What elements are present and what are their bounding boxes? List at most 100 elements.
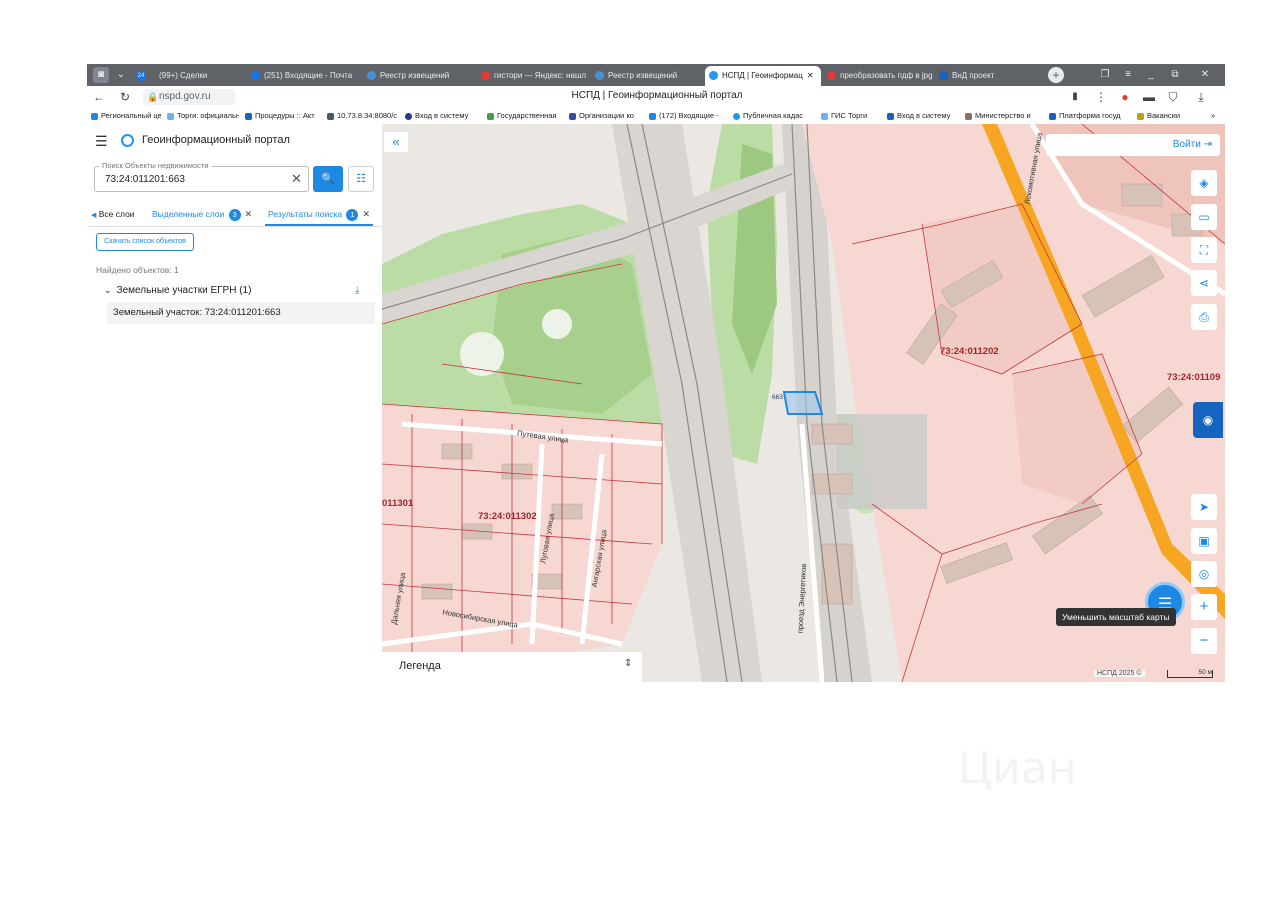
tab-registry-2[interactable]: Реестр извещений [591, 67, 705, 84]
zoom-in-button[interactable]: + [1191, 594, 1217, 620]
reload-icon[interactable]: ↻ [117, 89, 133, 105]
bookmark-item[interactable]: Министерство и [965, 110, 1047, 122]
quarter-label: 011301 [382, 498, 414, 509]
login-button[interactable]: Войти ⇥ [1046, 134, 1220, 156]
share-icon: ⋖ [1198, 276, 1210, 290]
tab-nspd[interactable]: НСПД | Геоинформац ✕ [705, 66, 821, 86]
clear-icon[interactable]: ✕ [291, 171, 302, 187]
cloud-icon [91, 112, 98, 120]
bookmark-item[interactable]: Платформа госуд [1049, 110, 1131, 122]
extension-icon[interactable]: ● [1117, 89, 1133, 105]
bookmark-item[interactable]: Вакансии [1137, 110, 1207, 122]
bookmark-icon [965, 112, 972, 120]
legend-bar[interactable]: Легенда ⇕ [382, 652, 642, 682]
close-window-icon[interactable]: ✕ [1197, 67, 1213, 83]
menu-icon[interactable]: ≡ [1120, 67, 1136, 83]
bookmark-icon [327, 112, 334, 120]
tab-project[interactable]: ВнД проект [935, 67, 1039, 84]
quarter-label: 73:24:01109 [1167, 372, 1221, 383]
bookmark-item[interactable]: Публичная кадас [733, 110, 817, 122]
layers-button[interactable]: ◈ [1191, 170, 1217, 196]
active-tab-indicator [265, 224, 373, 226]
fullscreen-button[interactable]: ▣ [1191, 528, 1217, 554]
download-icon[interactable]: ⤓ [1193, 89, 1209, 105]
tab-selected-layers[interactable]: Выделенные слои 3 ✕ [152, 209, 252, 221]
app-title: Геоинформационный портал [142, 134, 290, 146]
locate-button[interactable]: ➤ [1191, 494, 1217, 520]
ruler-icon: ▭ [1198, 210, 1210, 224]
back-icon[interactable]: ← [91, 89, 107, 105]
print-button[interactable]: ⎙ [1191, 304, 1217, 330]
close-icon[interactable]: ✕ [245, 209, 253, 219]
minus-icon: − [1199, 632, 1209, 649]
more-bookmarks-icon[interactable]: » [1211, 110, 1223, 122]
bookmark-icon [887, 112, 894, 120]
search-button[interactable]: 🔍 [313, 166, 343, 192]
minimize-icon[interactable]: _ [1143, 67, 1159, 83]
bookmark-icon [1137, 112, 1144, 120]
hamburger-icon[interactable]: ☰ [95, 133, 108, 150]
tab-all-layers[interactable]: ◀ Все слои [91, 209, 135, 219]
url-field[interactable]: 🔒 nspd.gov.ru [143, 89, 235, 105]
bookmark-label: Вакансии [1147, 111, 1181, 120]
filter-button[interactable]: ☷ [348, 166, 374, 192]
map-canvas[interactable]: 663 73:24:011202 73:24:011302 73:24:0110… [382, 124, 1225, 682]
chevron-left-icon: ◀ [91, 212, 97, 219]
restore-icon[interactable]: ⧉ [1167, 67, 1183, 83]
bookmark-item[interactable]: (172) Входящие - [649, 110, 729, 122]
tab-search-results[interactable]: Результаты поиска 1 ✕ [268, 209, 370, 221]
bookmark-icon [821, 112, 828, 120]
more-icon[interactable]: ⋮ [1093, 89, 1109, 105]
bookmark-icon[interactable]: ▮ [1067, 89, 1083, 105]
registry-icon [595, 71, 604, 81]
select-area-button[interactable]: ⛶ [1191, 237, 1217, 263]
bookmark-item[interactable]: 10.73.8.34:8080/c [327, 110, 401, 122]
tab-yandex[interactable]: гистори — Яндекс: нашл [477, 67, 589, 84]
tab-registry[interactable]: Реестр извещений [363, 67, 471, 84]
bookmark-item[interactable]: Вход в систему [405, 110, 485, 122]
chevron-down-icon[interactable]: ⌄ [113, 67, 129, 83]
mail-icon [251, 71, 260, 81]
scale-bar: 50 м [1167, 669, 1213, 678]
bookmark-item[interactable]: ГИС Торги [821, 110, 883, 122]
new-tab-button[interactable]: + [1048, 67, 1064, 83]
bookmark-item[interactable]: Процедуры :: Акт [245, 110, 321, 122]
tab-deals[interactable]: (99+) Сделки [155, 67, 241, 84]
chevron-down-icon: ⌄ [104, 285, 112, 295]
result-item[interactable]: Земельный участок: 73:24:011201:663 [107, 302, 375, 324]
geolocation-button[interactable]: ◎ [1191, 561, 1217, 587]
count-badge: 3 [228, 209, 241, 221]
side-panel: ☰ Геоинформационный портал Поиск Объекты… [87, 124, 382, 682]
tab-label: ВнД проект [952, 71, 995, 80]
tab-label: Результаты поиска [268, 209, 343, 219]
tab-pdf[interactable]: преобразовать пдф в jpg [823, 67, 933, 84]
copy-icon[interactable]: ❐ [1097, 67, 1113, 83]
bookmark-item[interactable]: Торги: официальн [167, 110, 239, 122]
result-group[interactable]: ⌄ Земельные участки ЕГРН (1) [104, 285, 251, 296]
copyright: НСПД 2025 © [1094, 670, 1145, 677]
pocket-icon[interactable]: ⛉ [1165, 89, 1181, 105]
bookmark-icon [245, 112, 252, 120]
bookmark-item[interactable]: Организации ко [569, 110, 645, 122]
bookmark-label: ГИС Торги [831, 111, 868, 120]
bookmark-item[interactable]: Вход в систему [887, 110, 961, 122]
ruler-button[interactable]: ▭ [1191, 204, 1217, 230]
tab-label: гистори — Яндекс: нашл [494, 71, 587, 80]
selected-parcel[interactable] [782, 391, 824, 415]
profile-icon[interactable]: ◙ [93, 67, 109, 83]
bookmark-icon [405, 112, 412, 120]
download-icon[interactable]: ⤓ [355, 285, 359, 296]
share-button[interactable]: ⋖ [1191, 270, 1217, 296]
close-icon[interactable]: ✕ [807, 71, 814, 80]
extension-icon[interactable]: ▬ [1141, 89, 1157, 105]
tab-mail[interactable]: (251) Входящие - Почта [247, 67, 361, 84]
zoom-out-button[interactable]: − [1191, 628, 1217, 654]
close-icon[interactable]: ✕ [362, 209, 370, 219]
collapse-panel-button[interactable]: « [384, 132, 408, 152]
watermark: Циан [958, 743, 1077, 794]
bookmark-item[interactable]: Региональный це [91, 110, 163, 122]
bookmark-item[interactable]: Государственная [487, 110, 565, 122]
tab-label: Реестр извещений [608, 71, 678, 80]
download-list-button[interactable]: Скачать список объектов [96, 233, 194, 251]
assistant-button[interactable]: ◉ [1193, 402, 1223, 438]
